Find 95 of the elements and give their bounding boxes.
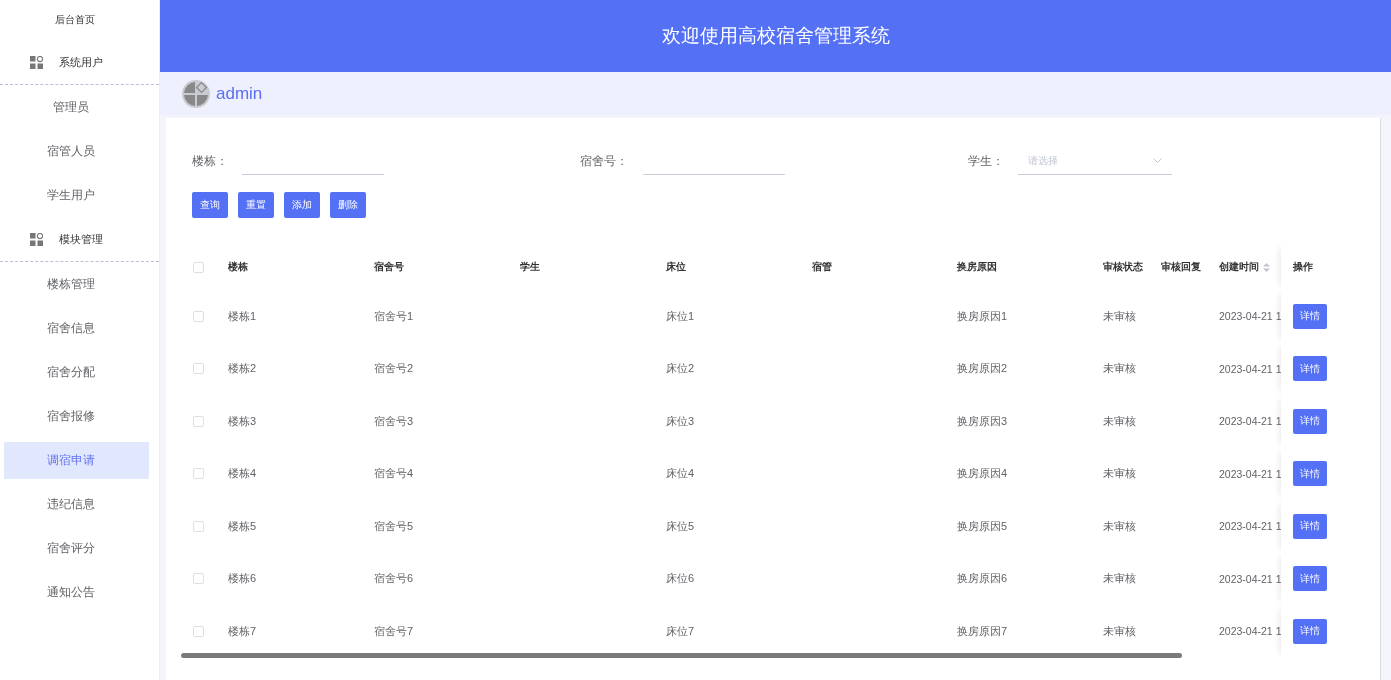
action-button[interactable]: 删除 (330, 192, 366, 218)
action-button[interactable]: 重置 (238, 192, 274, 218)
table-cell: 床位1 (666, 308, 695, 324)
table-cell: 床位2 (666, 361, 695, 377)
grid-icon (30, 232, 43, 246)
column-header: 床位 (666, 260, 686, 274)
table-cell: 2023-04-21 1 (1219, 520, 1282, 533)
sidebar-item[interactable]: 宿舍分配 (4, 350, 149, 394)
checkbox[interactable] (193, 415, 204, 427)
grid-icon (30, 55, 43, 69)
field-label: 宿舍号： (580, 152, 628, 170)
table-cell: 换房原因4 (957, 466, 1008, 482)
table-cell: 宿舍号6 (374, 571, 414, 587)
table-cell: 床位7 (666, 623, 695, 639)
checkbox[interactable] (193, 573, 204, 585)
menu-group-title[interactable]: 模块管理 (59, 231, 103, 247)
checkbox[interactable] (193, 261, 204, 273)
table-cell: 宿舍号5 (374, 518, 414, 534)
table-cell: 床位5 (666, 518, 695, 534)
table-cell: 换房原因3 (957, 413, 1008, 429)
table-cell: 换房原因2 (957, 361, 1008, 377)
table-cell: 2023-04-21 1 (1219, 415, 1282, 428)
table-cell: 楼栋5 (228, 518, 257, 534)
table-cell: 楼栋3 (228, 413, 257, 429)
table-cell: 楼栋7 (228, 623, 257, 639)
column-header: 创建时间 (1219, 260, 1259, 274)
details-button[interactable]: 详情 (1293, 566, 1327, 592)
scrollbar[interactable] (181, 653, 1182, 658)
details-button[interactable]: 详情 (1293, 356, 1327, 382)
details-button[interactable]: 详情 (1293, 618, 1327, 644)
table-cell: 2023-04-21 1 (1219, 362, 1282, 375)
table-cell: 床位6 (666, 571, 695, 587)
table-cell: 2023-04-21 1 (1219, 310, 1282, 323)
table-cell: 未审核 (1103, 518, 1136, 534)
table-cell: 未审核 (1103, 571, 1136, 587)
details-button[interactable]: 详情 (1293, 303, 1327, 329)
app-title: 欢迎使用高校宿舍管理系统 (661, 24, 890, 48)
table-cell: 未审核 (1103, 308, 1136, 324)
table-cell: 宿舍号1 (374, 308, 414, 324)
checkbox[interactable] (193, 625, 204, 637)
table-cell: 宿舍号7 (374, 623, 414, 639)
column-header: 审核状态 (1103, 260, 1143, 274)
column-header: 操作 (1293, 260, 1313, 274)
table-cell: 换房原因6 (957, 571, 1008, 587)
table-cell: 楼栋4 (228, 466, 257, 482)
checkbox[interactable] (193, 363, 204, 375)
sidebar-item[interactable]: 学生用户 (4, 173, 149, 217)
column-header: 学生 (520, 260, 540, 274)
sort-icon[interactable] (1263, 262, 1270, 272)
table-cell: 换房原因7 (957, 623, 1008, 639)
action-button[interactable]: 查询 (192, 192, 228, 218)
table-cell: 2023-04-21 1 (1219, 625, 1282, 638)
details-button[interactable]: 详情 (1293, 513, 1327, 539)
checkbox[interactable] (193, 520, 204, 532)
sidebar-item[interactable]: 宿舍评分 (4, 526, 149, 570)
column-header: 宿管 (812, 260, 832, 274)
sidebar-item[interactable]: 宿管人员 (4, 129, 149, 173)
table-cell: 宿舍号4 (374, 466, 414, 482)
menu-group-title[interactable]: 系统用户 (59, 54, 103, 70)
details-button[interactable]: 详情 (1293, 461, 1327, 487)
table-cell: 床位4 (666, 466, 695, 482)
sidebar-item[interactable]: 通知公告 (4, 570, 149, 614)
table-cell: 楼栋2 (228, 361, 257, 377)
column-header: 宿舍号 (374, 260, 404, 274)
table-cell: 床位3 (666, 413, 695, 429)
table-cell: 换房原因1 (957, 308, 1008, 324)
chevron-down-icon (1153, 158, 1162, 163)
table-cell: 未审核 (1103, 466, 1136, 482)
column-header: 楼栋 (228, 260, 248, 274)
details-button[interactable]: 详情 (1293, 408, 1327, 434)
checkbox[interactable] (193, 468, 204, 480)
table-cell: 宿舍号3 (374, 413, 414, 429)
table-cell: 楼栋6 (228, 571, 257, 587)
sidebar-item[interactable]: 楼栋管理 (4, 262, 149, 306)
field-label: 学生： (968, 152, 1004, 170)
table-cell: 2023-04-21 1 (1219, 572, 1282, 585)
sidebar-item[interactable]: 宿舍信息 (4, 306, 149, 350)
column-header: 审核回复 (1161, 260, 1201, 274)
user-name: admin (216, 83, 263, 104)
sidebar-item[interactable]: 宿舍报修 (4, 394, 149, 438)
table-cell: 宿舍号2 (374, 361, 414, 377)
table-cell: 未审核 (1103, 361, 1136, 377)
sidebar-item[interactable]: 违纪信息 (4, 482, 149, 526)
table-cell: 换房原因5 (957, 518, 1008, 534)
table-cell: 楼栋1 (228, 308, 257, 324)
checkbox[interactable] (193, 310, 204, 322)
sidebar-item[interactable]: 管理员 (4, 85, 149, 129)
table-cell: 2023-04-21 1 (1219, 467, 1282, 480)
table-cell: 未审核 (1103, 623, 1136, 639)
field-label: 楼栋： (192, 152, 228, 170)
avatar-icon (182, 79, 210, 108)
table-cell: 未审核 (1103, 413, 1136, 429)
home-link[interactable]: 后台首页 (54, 13, 95, 27)
action-button[interactable]: 添加 (284, 192, 320, 218)
column-header: 换房原因 (957, 260, 997, 274)
